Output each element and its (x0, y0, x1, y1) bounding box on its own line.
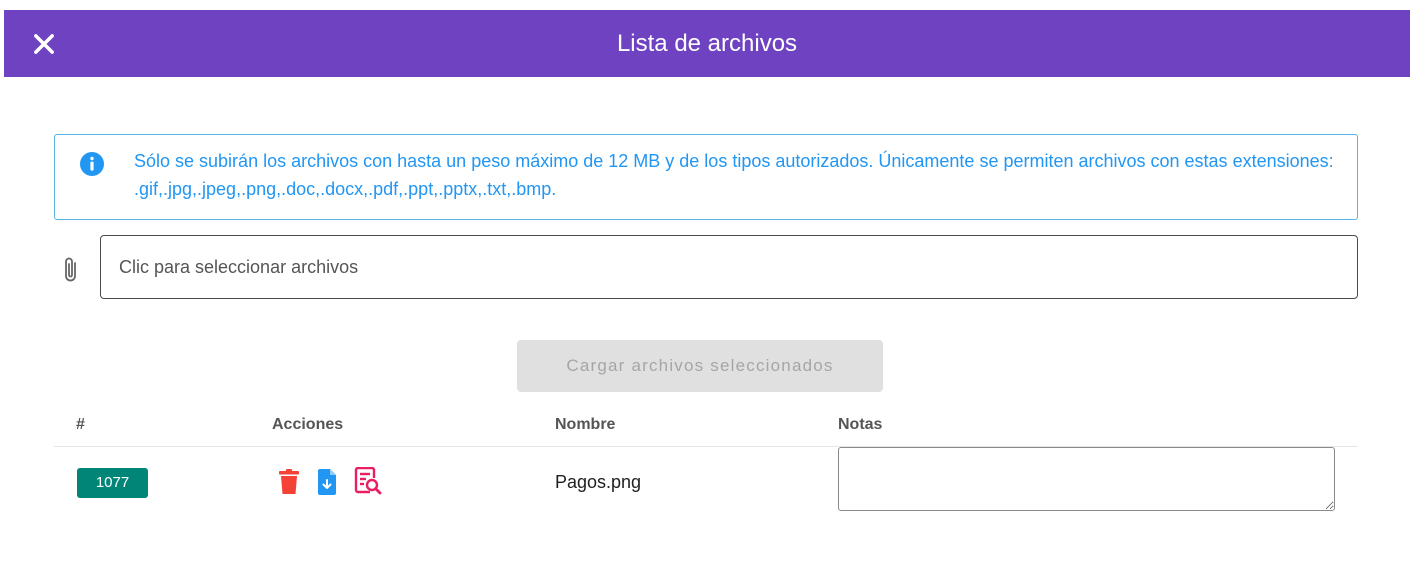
preview-file-icon[interactable] (354, 467, 382, 495)
upload-selected-files-button[interactable]: Cargar archivos seleccionados (517, 340, 883, 392)
download-file-icon[interactable] (316, 469, 338, 495)
alert-message: Sólo se subirán los archivos con hasta u… (134, 151, 1334, 199)
trash-icon[interactable] (278, 469, 300, 495)
file-id-badge: 1077 (77, 468, 148, 498)
column-header-actions: Acciones (272, 416, 344, 433)
paperclip-icon (60, 255, 82, 285)
file-name: Pagos.png (555, 472, 642, 492)
info-icon (80, 152, 104, 176)
info-alert: Sólo se subirán los archivos con hasta u… (54, 134, 1358, 220)
dialog-header: Lista de archivos (4, 10, 1410, 77)
dialog-title: Lista de archivos (616, 30, 798, 57)
notes-textarea[interactable] (838, 447, 1335, 511)
file-select-input[interactable]: Clic para seleccionar archivos (100, 235, 1358, 299)
table-header: # Acciones Nombre Notas (54, 403, 1358, 447)
column-header-number: # (76, 416, 85, 433)
column-header-name: Nombre (555, 416, 616, 433)
table-row: 1077 Pagos.png (54, 447, 1358, 519)
file-list-dialog: Lista de archivos Sólo se subirán los ar… (0, 0, 1410, 569)
column-header-notes: Notas (838, 416, 883, 433)
